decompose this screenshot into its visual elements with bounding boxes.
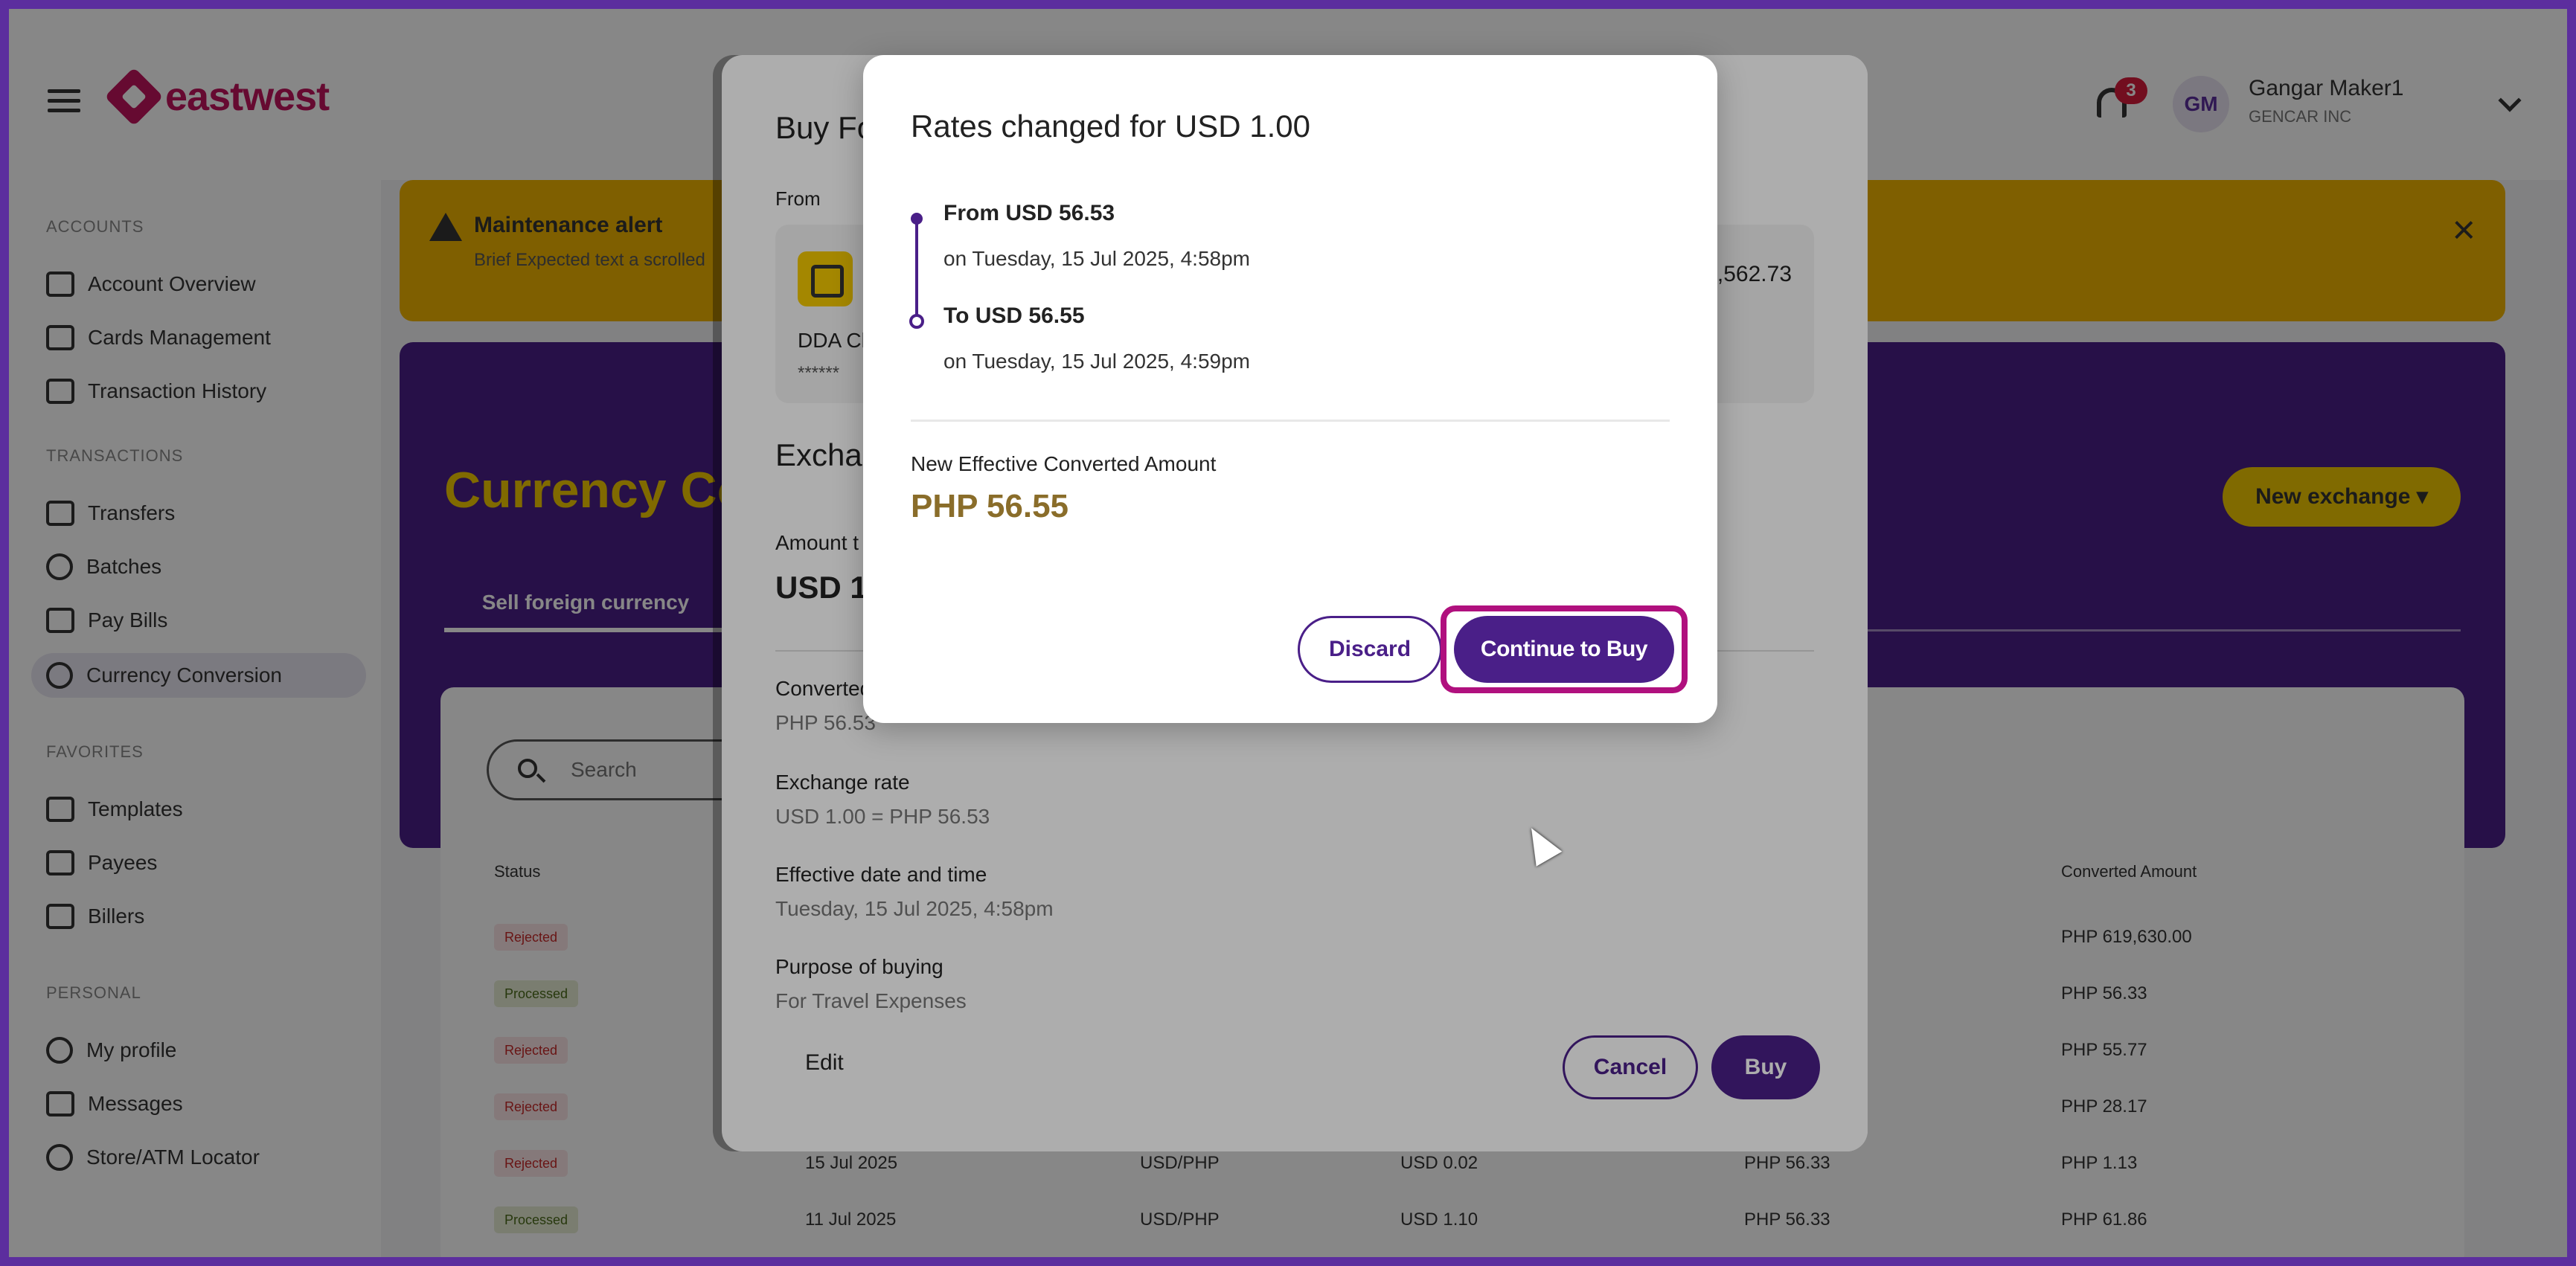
rates-changed-modal: Rates changed for USD 1.00 From USD 56.5… — [863, 55, 1717, 723]
rate-to-heading: To USD 56.55 — [943, 303, 1085, 328]
rate-from-time: on Tuesday, 15 Jul 2025, 4:58pm — [943, 247, 1250, 270]
new-amount-value: PHP 56.55 — [911, 488, 1069, 524]
discard-button[interactable]: Discard — [1298, 616, 1442, 683]
new-amount-label: New Effective Converted Amount — [911, 452, 1217, 475]
rate-to-time: on Tuesday, 15 Jul 2025, 4:59pm — [943, 350, 1250, 373]
modal-divider — [911, 420, 1670, 422]
timeline-line — [915, 217, 918, 321]
rate-from-heading: From USD 56.53 — [943, 201, 1115, 225]
app-frame: eastwest 3 GM Gangar Maker1 GENCAR INC A… — [9, 9, 2567, 1257]
modal-title: Rates changed for USD 1.00 — [911, 109, 1310, 144]
continue-to-buy-button[interactable]: Continue to Buy — [1454, 616, 1674, 683]
timeline-end-dot — [909, 314, 924, 329]
timeline-start-dot — [911, 213, 923, 225]
